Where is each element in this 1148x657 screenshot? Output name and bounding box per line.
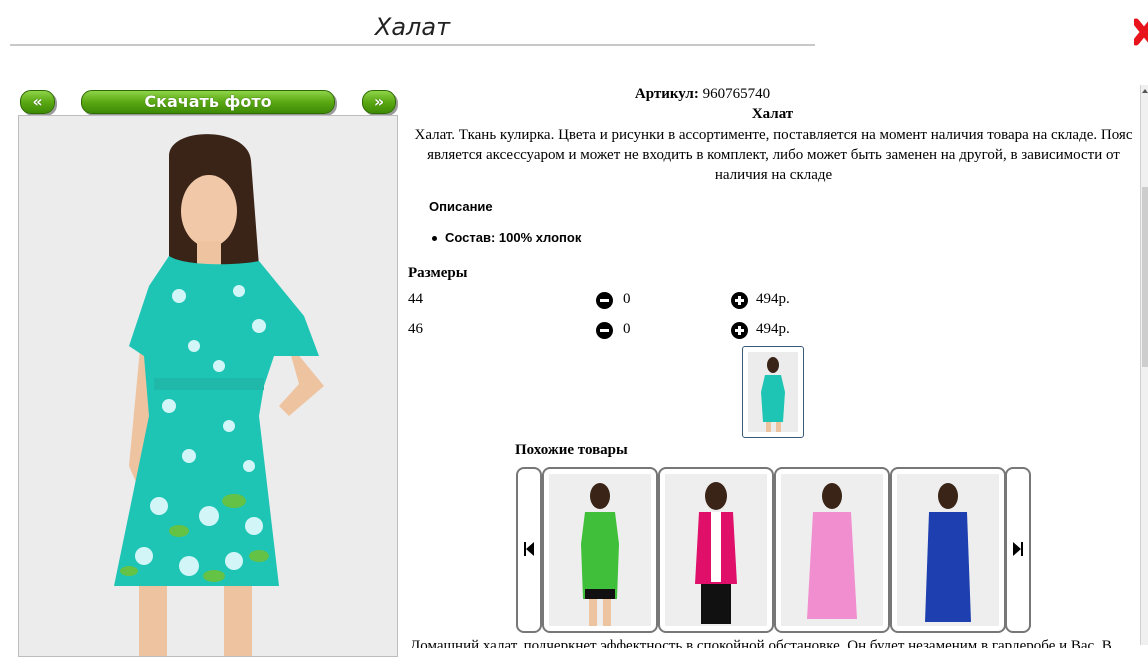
quantity-value: 0 — [623, 291, 631, 307]
prev-photo-button[interactable]: « — [20, 90, 55, 114]
scrollbar[interactable] — [1140, 85, 1148, 645]
photo-thumbnail[interactable] — [742, 346, 804, 438]
size-label: 46 — [408, 321, 423, 337]
page-title: Халат — [10, 10, 815, 46]
skip-back-icon — [524, 542, 534, 556]
skip-forward-icon — [1013, 542, 1023, 556]
similar-product-image — [549, 474, 651, 626]
quantity-value: 0 — [623, 321, 631, 337]
download-photo-button[interactable]: Скачать фото — [81, 90, 335, 114]
description-heading: Описание — [429, 199, 493, 214]
similar-product-card[interactable] — [774, 467, 890, 633]
article-line: Артикул: 960765740 — [405, 86, 1000, 103]
composition-item: Состав: 100% хлопок — [432, 230, 581, 245]
sizes-heading: Размеры — [408, 265, 468, 281]
article-label: Артикул: — [634, 86, 699, 102]
size-row: 44 0 494р. — [408, 291, 808, 311]
product-photo — [18, 115, 398, 657]
price-value: 494р. — [756, 321, 790, 337]
long-description: Домашний халат, подчеркнет эффектность в… — [410, 638, 1123, 648]
similar-product-card[interactable] — [542, 467, 658, 633]
product-description: Халат. Ткань кулирка. Цвета и рисунки в … — [414, 127, 1133, 183]
similar-heading: Похожие товары — [515, 442, 628, 458]
next-photo-button[interactable]: » — [362, 90, 396, 114]
minus-icon[interactable] — [596, 322, 613, 339]
plus-icon[interactable] — [731, 322, 748, 339]
composition-text: Состав: 100% хлопок — [445, 230, 582, 245]
article-value: 960765740 — [702, 86, 771, 102]
similar-product-image — [781, 474, 883, 626]
size-label: 44 — [408, 291, 423, 307]
scrollbar-thumb[interactable] — [1142, 187, 1148, 367]
price-value: 494р. — [756, 291, 790, 307]
plus-icon[interactable] — [731, 292, 748, 309]
product-name: Халат — [751, 106, 794, 122]
size-row: 46 0 494р. — [408, 321, 808, 341]
scroll-up-icon[interactable] — [1141, 85, 1148, 97]
carousel-next-button[interactable] — [1005, 467, 1031, 633]
bullet-icon — [432, 236, 437, 242]
similar-product-image — [665, 474, 767, 626]
carousel-prev-button[interactable] — [516, 467, 542, 633]
close-icon[interactable] — [1134, 18, 1148, 46]
similar-product-card[interactable] — [658, 467, 774, 633]
similar-product-card[interactable] — [890, 467, 1006, 633]
similar-product-image — [897, 474, 999, 626]
minus-icon[interactable] — [596, 292, 613, 309]
